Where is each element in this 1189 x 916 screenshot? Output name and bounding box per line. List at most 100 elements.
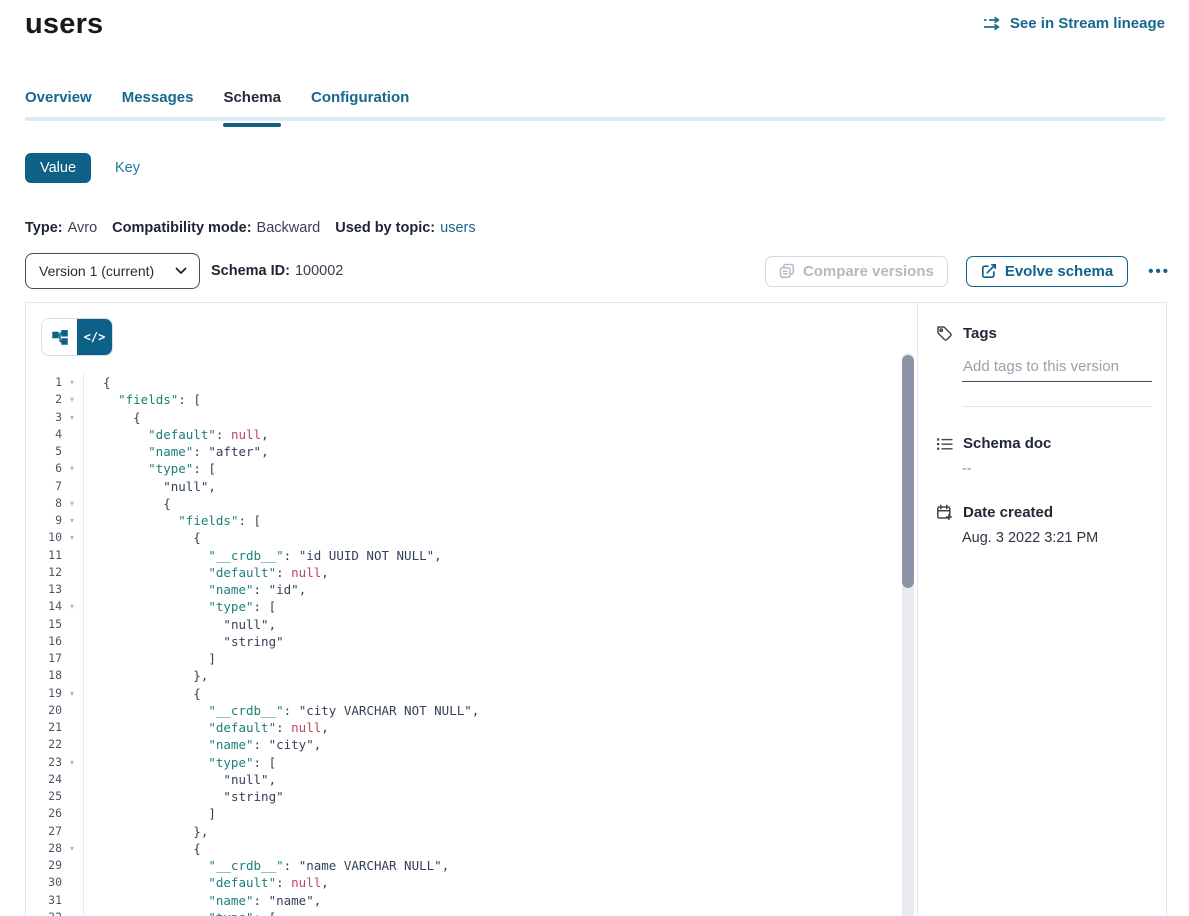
code-line-text: ] — [84, 650, 216, 667]
line-gutter: 28▾ — [26, 840, 84, 857]
schema-doc-value: -- — [962, 461, 1150, 477]
schema-panel: </> 1▾{2▾ "fields": [3▾ {4 "default": nu… — [25, 302, 1167, 916]
code-line-text: "default": null, — [84, 564, 329, 581]
tab-schema[interactable]: Schema — [223, 89, 281, 127]
line-number: 5 — [26, 443, 62, 460]
editor-scrollbar-track[interactable] — [902, 353, 914, 916]
type-label: Type: — [25, 220, 63, 236]
line-gutter: 15 — [26, 616, 84, 633]
fold-spacer — [62, 443, 82, 460]
schema-meta-row: Type:Avro Compatibility mode:Backward Us… — [25, 220, 476, 236]
fold-toggle-icon[interactable]: ▾ — [62, 529, 82, 546]
code-line: 6▾ "type": [ — [26, 460, 903, 477]
line-number: 13 — [26, 581, 62, 598]
code-line: 25 "string" — [26, 788, 903, 805]
editor-scrollbar-thumb[interactable] — [902, 355, 914, 588]
fold-spacer — [62, 478, 82, 495]
fold-toggle-icon[interactable]: ▾ — [62, 909, 82, 916]
value-toggle-button[interactable]: Value — [25, 153, 91, 183]
fold-toggle-icon[interactable]: ▾ — [62, 409, 82, 426]
tree-view-button[interactable] — [42, 319, 77, 355]
compatibility-value: Backward — [257, 220, 321, 236]
ellipsis-icon: ••• — [1148, 263, 1170, 280]
line-number: 12 — [26, 564, 62, 581]
code-line-text: "default": null, — [84, 874, 329, 891]
tab-overview[interactable]: Overview — [25, 89, 92, 127]
line-gutter: 1▾ — [26, 374, 84, 391]
fold-toggle-icon[interactable]: ▾ — [62, 374, 82, 391]
line-gutter: 4 — [26, 426, 84, 443]
code-line-text: { — [84, 840, 201, 857]
fold-toggle-icon[interactable]: ▾ — [62, 685, 82, 702]
fold-spacer — [62, 426, 82, 443]
code-line-text: "fields": [ — [84, 391, 201, 408]
code-line: 21 "default": null, — [26, 719, 903, 736]
fold-spacer — [62, 702, 82, 719]
schema-actions: Compare versions Evolve schema ••• — [765, 253, 1172, 289]
code-view-button[interactable]: </> — [77, 319, 112, 355]
lineage-link-label: See in Stream lineage — [1010, 15, 1165, 32]
fold-toggle-icon[interactable]: ▾ — [62, 460, 82, 477]
code-line: 12 "default": null, — [26, 564, 903, 581]
code-lines[interactable]: 1▾{2▾ "fields": [3▾ {4 "default": null,5… — [26, 374, 903, 916]
evolve-schema-button[interactable]: Evolve schema — [966, 256, 1128, 287]
version-dropdown[interactable]: Version 1 (current) — [25, 253, 200, 289]
code-line: 30 "default": null, — [26, 874, 903, 891]
line-gutter: 2▾ — [26, 391, 84, 408]
fold-toggle-icon[interactable]: ▾ — [62, 512, 82, 529]
line-gutter: 6▾ — [26, 460, 84, 477]
code-line-text: "null", — [84, 616, 276, 633]
fold-spacer — [62, 581, 82, 598]
line-number: 11 — [26, 547, 62, 564]
line-gutter: 5 — [26, 443, 84, 460]
see-in-stream-lineage-link[interactable]: See in Stream lineage — [983, 15, 1165, 32]
code-line-text: "string" — [84, 788, 284, 805]
line-number: 25 — [26, 788, 62, 805]
compare-versions-label: Compare versions — [803, 263, 934, 280]
fold-spacer — [62, 719, 82, 736]
fold-spacer — [62, 564, 82, 581]
line-number: 1 — [26, 374, 62, 391]
code-line-text: "default": null, — [84, 719, 329, 736]
fold-toggle-icon[interactable]: ▾ — [62, 391, 82, 408]
code-line-text: }, — [84, 667, 208, 684]
chevron-down-icon — [175, 267, 187, 275]
fold-toggle-icon[interactable]: ▾ — [62, 754, 82, 771]
used-by-topic-link[interactable]: users — [440, 220, 475, 236]
fold-toggle-icon[interactable]: ▾ — [62, 598, 82, 615]
line-gutter: 31 — [26, 892, 84, 909]
code-line: 23▾ "type": [ — [26, 754, 903, 771]
line-number: 16 — [26, 633, 62, 650]
line-number: 17 — [26, 650, 62, 667]
key-toggle-link[interactable]: Key — [115, 160, 140, 176]
code-line: 3▾ { — [26, 409, 903, 426]
fold-toggle-icon[interactable]: ▾ — [62, 495, 82, 512]
date-created-heading-row: Date created — [936, 504, 1150, 521]
line-gutter: 25 — [26, 788, 84, 805]
code-line-text: { — [84, 409, 141, 426]
add-tags-input[interactable] — [962, 355, 1152, 382]
fold-spacer — [62, 633, 82, 650]
compare-versions-button[interactable]: Compare versions — [765, 256, 948, 287]
code-line-text: ] — [84, 805, 216, 822]
code-line: 26 ] — [26, 805, 903, 822]
fold-spacer — [62, 616, 82, 633]
tab-configuration[interactable]: Configuration — [311, 89, 409, 127]
fold-toggle-icon[interactable]: ▾ — [62, 840, 82, 857]
line-number: 10 — [26, 529, 62, 546]
line-number: 26 — [26, 805, 62, 822]
line-number: 24 — [26, 771, 62, 788]
code-line: 11 "__crdb__": "id UUID NOT NULL", — [26, 547, 903, 564]
tab-messages[interactable]: Messages — [122, 89, 194, 127]
code-line-text: "__crdb__": "id UUID NOT NULL", — [84, 547, 442, 564]
schema-code-editor: </> 1▾{2▾ "fields": [3▾ {4 "default": nu… — [26, 303, 918, 916]
code-line: 16 "string" — [26, 633, 903, 650]
code-line-text: "__crdb__": "name VARCHAR NULL", — [84, 857, 449, 874]
code-line-text: "type": [ — [84, 598, 276, 615]
line-gutter: 30 — [26, 874, 84, 891]
line-gutter: 13 — [26, 581, 84, 598]
code-line: 10▾ { — [26, 529, 903, 546]
more-actions-button[interactable]: ••• — [1146, 261, 1172, 282]
line-number: 23 — [26, 754, 62, 771]
code-line: 18 }, — [26, 667, 903, 684]
